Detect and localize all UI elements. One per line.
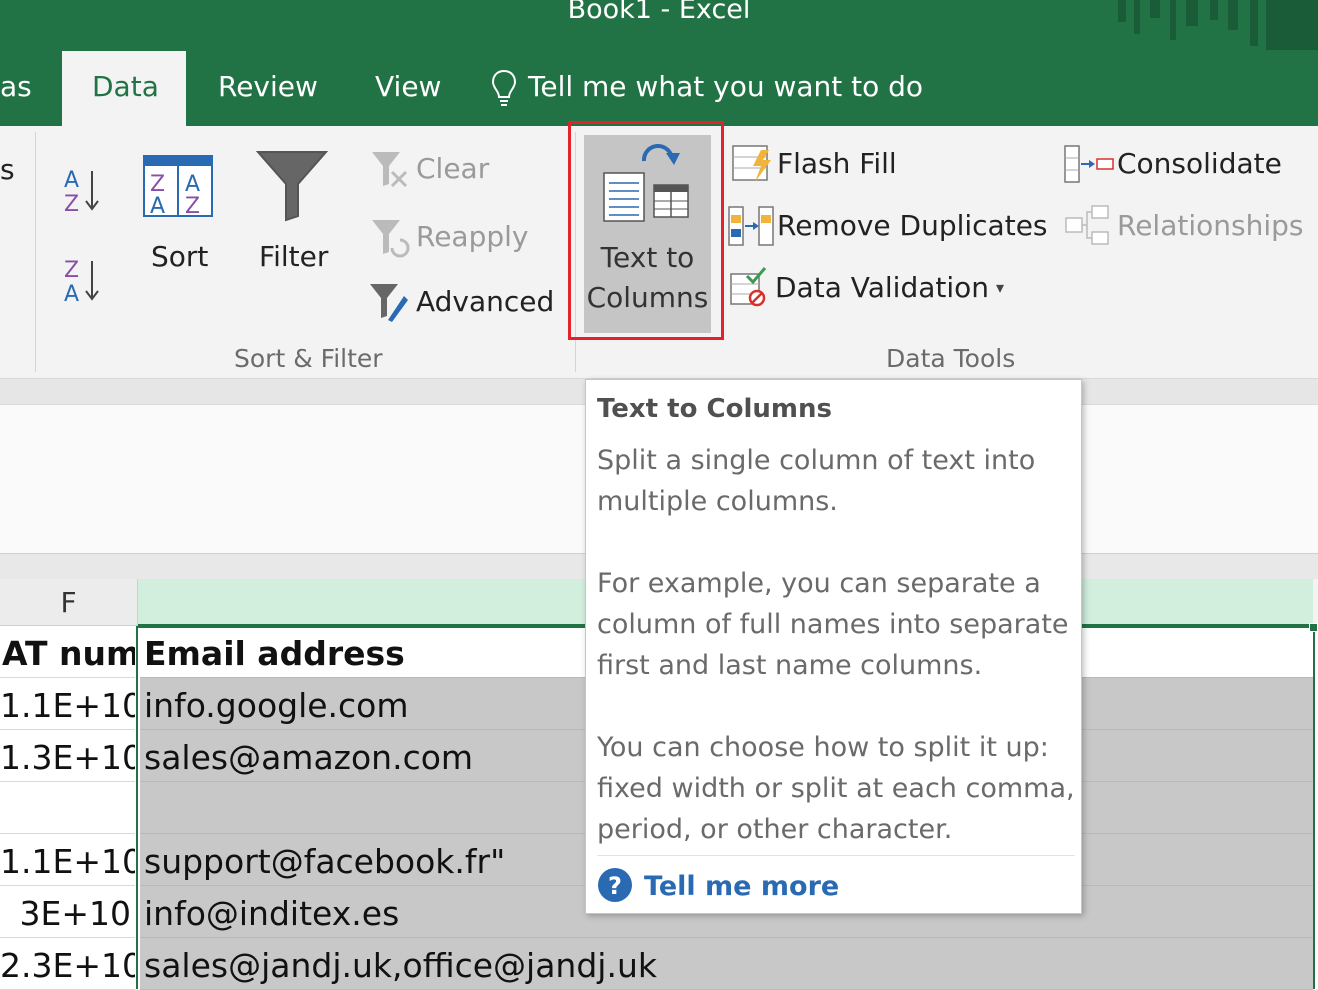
tooltip-paragraph: For example, you can separate a column o… [597, 568, 1069, 681]
tooltip-paragraph: Split a single column of text into multi… [597, 445, 1036, 517]
svg-text:Z: Z [185, 194, 200, 217]
svg-text:A: A [150, 194, 165, 217]
group-label-data-tools: Data Tools [886, 344, 1016, 373]
sort-button[interactable]: Sort [151, 240, 208, 273]
svg-text:A: A [64, 282, 79, 305]
group-label-sort-filter: Sort & Filter [234, 344, 383, 373]
tab-view[interactable]: View [375, 70, 441, 103]
fill-handle[interactable] [1309, 623, 1318, 632]
consolidate-button[interactable]: Consolidate [1117, 147, 1282, 180]
remove-duplicates-icon [727, 205, 775, 251]
cell-f[interactable]: AT numb [0, 626, 135, 678]
sort-a-to-z-icon: A Z [64, 168, 99, 217]
advanced-button[interactable]: Advanced [416, 285, 554, 318]
cell-f[interactable]: 3E+10 [0, 886, 135, 938]
column-header-f[interactable]: F [0, 579, 138, 626]
ribbon-separator [35, 132, 36, 372]
clear-filter-icon [370, 150, 410, 194]
reapply-icon [370, 218, 410, 262]
cell-f[interactable]: 1.3E+10 [0, 730, 135, 782]
dropdown-arrow-icon[interactable]: ▾ [996, 278, 1004, 297]
svg-text:Z: Z [64, 192, 79, 215]
remove-duplicates-button[interactable]: Remove Duplicates [777, 209, 1048, 242]
reapply-button[interactable]: Reapply [416, 220, 528, 253]
clear-button[interactable]: Clear [416, 152, 489, 185]
flash-fill-icon [731, 142, 773, 188]
filter-icon [255, 150, 329, 226]
tell-me-more-link[interactable]: Tell me more [644, 871, 839, 902]
window-title: Book1 - Excel [567, 0, 751, 25]
tell-me-search[interactable]: Tell me what you want to do [528, 70, 923, 103]
tooltip-divider [597, 855, 1075, 856]
tab-formulas-partial[interactable]: as [0, 70, 32, 103]
relationships-button[interactable]: Relationships [1117, 209, 1303, 242]
tab-review[interactable]: Review [218, 70, 318, 103]
sort-a-to-z-button[interactable]: A Z [62, 165, 102, 219]
data-validation-button[interactable]: Data Validation [775, 271, 989, 304]
relationships-icon [1064, 204, 1112, 252]
cell-f[interactable]: 1.1E+10 [0, 678, 135, 730]
svg-text:Z: Z [64, 258, 79, 283]
data-validation-icon [729, 266, 771, 312]
svg-text:?: ? [608, 872, 622, 900]
highlight-box [568, 121, 724, 340]
ribbon-partial-label: s [0, 153, 15, 186]
filter-button[interactable]: Filter [259, 240, 328, 273]
cell-f[interactable]: 2.3E+10 [0, 938, 135, 990]
consolidate-icon [1063, 144, 1115, 188]
help-icon[interactable]: ? [597, 867, 633, 907]
svg-text:A: A [64, 168, 79, 193]
tooltip: Text to Columns Split a single column of… [585, 379, 1082, 914]
flash-fill-button[interactable]: Flash Fill [777, 147, 897, 180]
advanced-filter-icon [368, 282, 410, 328]
tooltip-title: Text to Columns [597, 394, 832, 424]
cell-f[interactable]: 1.1E+10 [0, 834, 135, 886]
lightbulb-icon [490, 68, 518, 112]
sort-z-to-a-button[interactable]: Z A [62, 255, 102, 309]
cell-f[interactable] [0, 782, 135, 834]
sort-icon: Z A A Z [143, 155, 213, 221]
sort-z-to-a-icon: Z A [64, 258, 99, 307]
tab-data[interactable]: Data [92, 70, 159, 103]
tooltip-paragraph: You can choose how to split it up: fixed… [597, 732, 1075, 845]
